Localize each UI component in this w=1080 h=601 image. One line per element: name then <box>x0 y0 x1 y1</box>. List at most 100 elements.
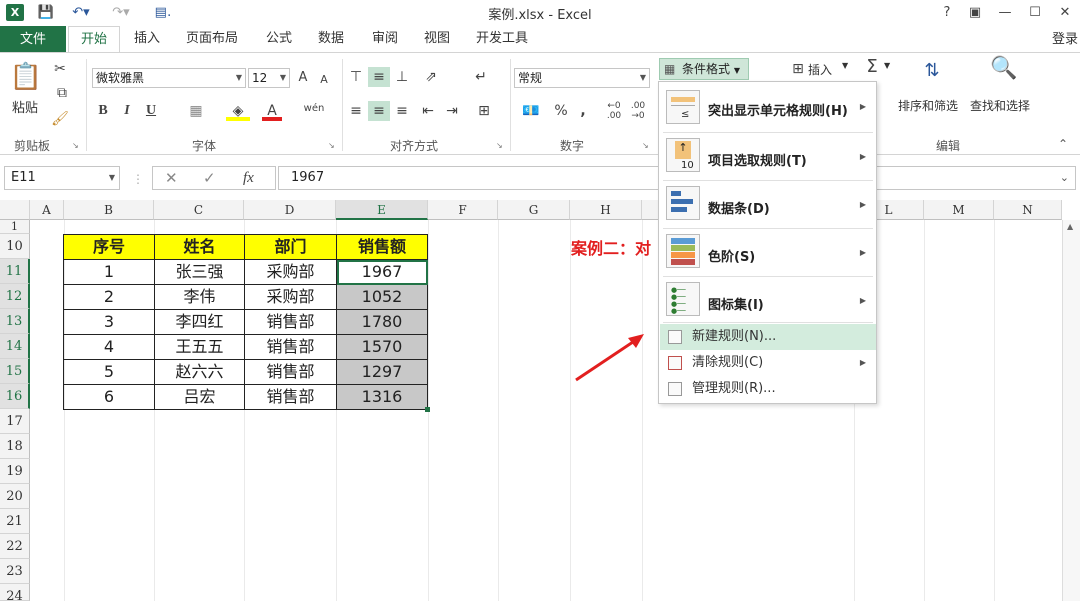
paste-icon[interactable]: 📋 <box>8 59 44 95</box>
menu-item-top-bottom-rules[interactable]: ↑ 10 项目选取规则(T) ▶ <box>660 134 876 180</box>
table-cell[interactable]: 销售部 <box>245 310 337 335</box>
expand-formula-icon[interactable]: ⌄ <box>1060 167 1069 189</box>
orientation-icon[interactable]: ⇗ <box>418 67 444 87</box>
cancel-icon[interactable]: ✕ <box>165 167 178 189</box>
percent-style-button[interactable]: % <box>552 101 570 121</box>
enter-icon[interactable]: ✓ <box>203 167 216 189</box>
align-bottom-icon[interactable]: ⊥ <box>392 67 412 87</box>
align-top-icon[interactable]: ⊤ <box>346 67 366 87</box>
font-size-select[interactable]: 12 ▼ <box>248 68 290 88</box>
column-header[interactable]: H <box>570 200 642 220</box>
column-header[interactable]: C <box>154 200 244 220</box>
insert-function-button[interactable]: fx <box>243 167 254 189</box>
number-format-select[interactable]: 常规 ▼ <box>514 68 650 88</box>
vertical-scrollbar[interactable]: ▲ <box>1062 220 1080 601</box>
increase-decimal-icon[interactable]: ←0.00 <box>604 101 624 121</box>
table-cell[interactable]: 1780 <box>337 310 428 335</box>
column-header[interactable]: D <box>244 200 336 220</box>
row-header[interactable]: 13 <box>0 309 30 334</box>
autosum-icon[interactable]: Σ <box>862 57 882 77</box>
underline-button[interactable]: U <box>142 101 160 121</box>
align-right-icon[interactable]: ≡ <box>392 101 412 121</box>
clipboard-launcher-icon[interactable]: ↘ <box>72 141 79 150</box>
worksheet-grid[interactable]: A B C D E F G H L M N 1 10 11 12 13 14 1… <box>0 200 1080 601</box>
table-cell[interactable]: 王五五 <box>155 335 245 360</box>
table-cell[interactable]: 销售部 <box>245 385 337 410</box>
tab-file[interactable]: 文件 <box>0 26 66 53</box>
table-cell[interactable]: 采购部 <box>245 285 337 310</box>
table-cell[interactable]: 3 <box>64 310 155 335</box>
table-cell[interactable]: 1052 <box>337 285 428 310</box>
find-select-button[interactable]: 查找和选择 <box>970 97 1030 114</box>
menu-item-icon-sets[interactable]: ●── ●── ●── ●── 图标集(I) ▶ <box>660 278 876 324</box>
cut-icon[interactable]: ✂ <box>50 59 70 79</box>
italic-button[interactable]: I <box>118 101 136 121</box>
number-launcher-icon[interactable]: ↘ <box>642 141 649 150</box>
paste-button[interactable]: 粘贴 <box>12 97 38 116</box>
column-header[interactable]: A <box>30 200 64 220</box>
menu-item-new-rule[interactable]: 新建规则(N)... <box>660 324 876 350</box>
table-cell[interactable]: 5 <box>64 360 155 385</box>
menu-item-color-scales[interactable]: 色阶(S) ▶ <box>660 230 876 276</box>
row-header[interactable]: 10 <box>0 234 30 259</box>
decrease-indent-icon[interactable]: ⇤ <box>418 101 438 121</box>
grow-font-icon[interactable]: A <box>294 68 312 88</box>
table-cell[interactable]: 1297 <box>337 360 428 385</box>
table-cell[interactable]: 6 <box>64 385 155 410</box>
table-cell[interactable]: 张三强 <box>155 260 245 285</box>
menu-item-data-bars[interactable]: 数据条(D) ▶ <box>660 182 876 228</box>
row-header[interactable]: 23 <box>0 559 30 584</box>
decrease-decimal-icon[interactable]: .00 →0 <box>628 101 648 121</box>
maximize-button[interactable]: ☐ <box>1022 3 1048 23</box>
alignment-launcher-icon[interactable]: ↘ <box>496 141 503 150</box>
tab-developer[interactable]: 开发工具 <box>466 26 538 53</box>
sort-filter-icon[interactable]: ⇅ <box>914 61 950 91</box>
row-header[interactable]: 15 <box>0 359 30 384</box>
wrap-text-icon[interactable]: ↵ <box>470 67 492 87</box>
row-header[interactable]: 18 <box>0 434 30 459</box>
row-header[interactable]: 14 <box>0 334 30 359</box>
help-button[interactable]: ? <box>934 3 960 23</box>
menu-item-manage-rules[interactable]: 管理规则(R)... <box>660 376 876 402</box>
minimize-button[interactable]: — <box>992 3 1018 23</box>
table-cell[interactable]: 1 <box>64 260 155 285</box>
align-left-icon[interactable]: ≡ <box>346 101 366 121</box>
shrink-font-icon[interactable]: A <box>316 70 332 90</box>
tab-data[interactable]: 数据 <box>306 26 356 53</box>
table-cell[interactable]: 赵六六 <box>155 360 245 385</box>
row-header[interactable]: 19 <box>0 459 30 484</box>
font-color-icon[interactable]: A <box>262 101 282 121</box>
merge-center-icon[interactable]: ⊞ <box>470 101 498 121</box>
conditional-formatting-button[interactable]: ▦ 条件格式 ▼ <box>659 58 749 80</box>
table-cell[interactable]: 采购部 <box>245 260 337 285</box>
select-all-corner[interactable] <box>0 200 30 220</box>
table-cell[interactable]: 4 <box>64 335 155 360</box>
row-header[interactable]: 12 <box>0 284 30 309</box>
row-header[interactable]: 16 <box>0 384 30 409</box>
column-header[interactable]: M <box>924 200 994 220</box>
table-cell[interactable]: 1570 <box>337 335 428 360</box>
align-middle-icon[interactable]: ≡ <box>368 67 390 87</box>
row-header[interactable]: 1 <box>0 220 30 234</box>
table-cell[interactable]: 1316 <box>337 385 428 410</box>
table-cell[interactable]: 李四红 <box>155 310 245 335</box>
table-cell[interactable]: 吕宏 <box>155 385 245 410</box>
copy-icon[interactable]: ⧉ <box>50 83 74 103</box>
row-header[interactable]: 17 <box>0 409 30 434</box>
ribbon-display-icon[interactable]: ▣ <box>962 3 988 23</box>
insert-cells-icon[interactable]: ⊞ <box>788 59 808 79</box>
row-header[interactable]: 22 <box>0 534 30 559</box>
tab-view[interactable]: 视图 <box>412 26 462 53</box>
table-header-cell[interactable]: 序号 <box>64 235 155 260</box>
format-painter-icon[interactable]: 🖌 <box>50 109 70 129</box>
bold-button[interactable]: B <box>94 101 112 121</box>
row-header[interactable]: 11 <box>0 259 30 284</box>
tab-insert[interactable]: 插入 <box>122 26 172 53</box>
align-center-icon[interactable]: ≡ <box>368 101 390 121</box>
sort-filter-button[interactable]: 排序和筛选 <box>898 97 958 114</box>
tab-home[interactable]: 开始 <box>68 26 120 53</box>
column-header[interactable]: G <box>498 200 570 220</box>
row-header[interactable]: 20 <box>0 484 30 509</box>
tab-formulas[interactable]: 公式 <box>254 26 304 53</box>
table-header-cell[interactable]: 部门 <box>245 235 337 260</box>
